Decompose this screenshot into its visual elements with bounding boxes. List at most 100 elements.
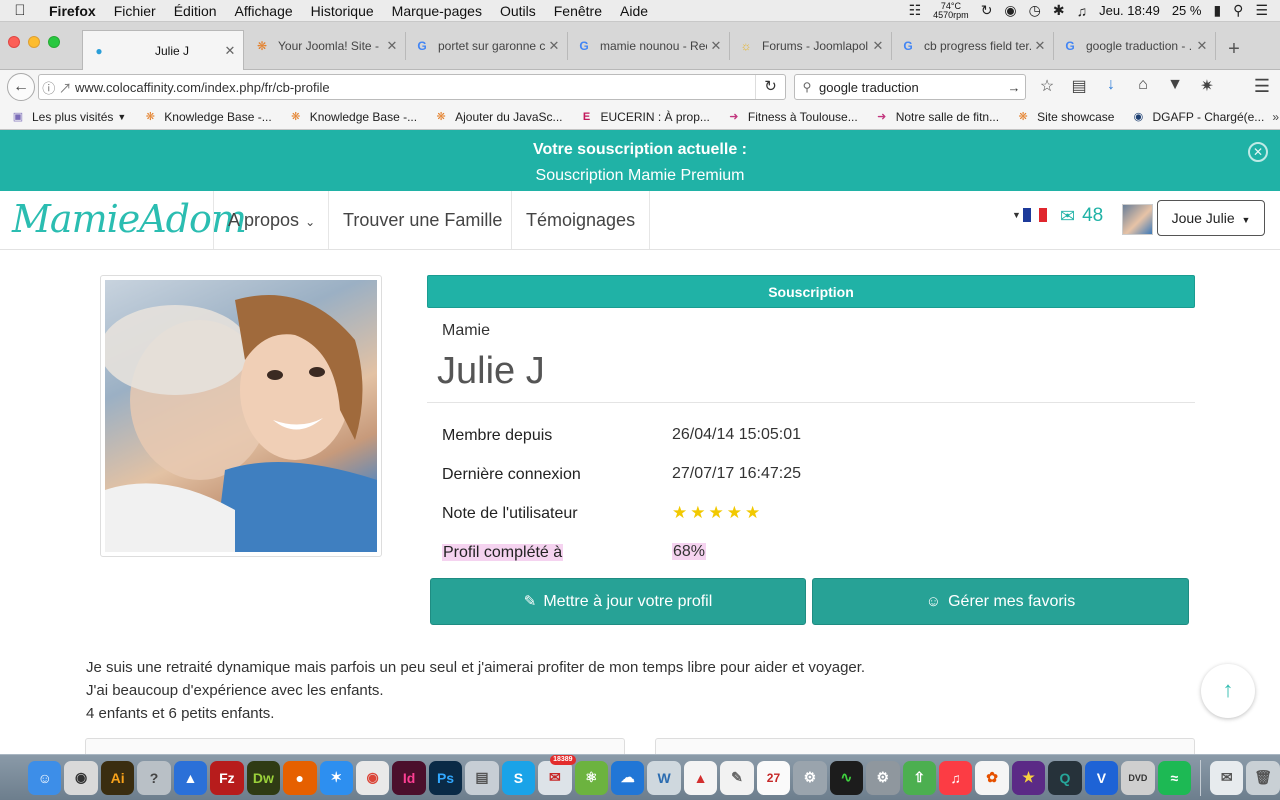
scroll-to-top-button[interactable]: ↑ xyxy=(1201,664,1255,718)
menu-app-name[interactable]: Firefox xyxy=(40,3,105,19)
nav-temoignages[interactable]: Témoignages xyxy=(511,191,651,249)
clock[interactable]: Jeu. 18:49 xyxy=(1099,3,1160,18)
illustrator-icon[interactable]: Ai xyxy=(100,760,135,795)
menu-edition[interactable]: Édition xyxy=(165,3,226,19)
notification-center-icon[interactable]: ☰ xyxy=(1255,2,1268,19)
url-text[interactable]: www.colocaffinity.com/index.php/fr/cb-pr… xyxy=(75,80,755,95)
battery-icon[interactable]: ▮ xyxy=(1213,2,1221,19)
photos-icon[interactable]: ✿ xyxy=(975,760,1009,795)
search-go-icon[interactable]: → xyxy=(1003,80,1025,95)
menu-aide[interactable]: Aide xyxy=(611,3,657,19)
volume-icon[interactable]: ♫ xyxy=(1077,3,1088,19)
textedit-icon[interactable]: ✎ xyxy=(720,760,754,795)
menu-icon[interactable]: ☰ xyxy=(1254,76,1270,97)
zoom-window-button[interactable] xyxy=(48,36,60,48)
address-bar[interactable]: ⓘ ↗ www.colocaffinity.com/index.php/fr/c… xyxy=(38,74,786,100)
search-input[interactable] xyxy=(819,79,1003,95)
minimize-window-button[interactable] xyxy=(28,36,40,48)
menu-historique[interactable]: Historique xyxy=(302,3,383,19)
avatar[interactable] xyxy=(1122,204,1153,235)
help-icon[interactable]: ? xyxy=(137,760,171,795)
site-logo[interactable]: MamieAdom xyxy=(12,197,247,241)
messages-link[interactable]: ✉ 48 xyxy=(1060,205,1103,227)
spotify-icon[interactable]: ≈ xyxy=(1157,760,1191,795)
user-menu-button[interactable]: Joue Julie ▼ xyxy=(1157,200,1265,236)
nav-trouver-famille[interactable]: Trouver une Famille xyxy=(328,191,516,249)
bookmark-item[interactable]: ◉ DGAFP - Chargé(e... xyxy=(1122,110,1272,124)
search-bar[interactable]: ⚲ → xyxy=(794,74,1026,100)
dreamweaver-icon[interactable]: Dw xyxy=(246,760,281,795)
automator-icon[interactable]: ⚙ xyxy=(793,760,827,795)
bookmark-item[interactable]: ➜ Fitness à Toulouse... xyxy=(718,110,866,124)
indesign-icon[interactable]: Id xyxy=(392,760,426,795)
spotlight-icon[interactable]: ⚲ xyxy=(1233,2,1243,19)
vivaldi-icon[interactable]: V xyxy=(1084,760,1119,795)
tab-julie-j[interactable]: ● Julie J ✕ xyxy=(82,30,244,70)
cpu-meter-icon[interactable]: ☷ xyxy=(909,2,922,19)
pocket-icon[interactable]: ▼ xyxy=(1164,76,1186,96)
itunes-icon[interactable]: ♫ xyxy=(938,760,973,795)
new-tab-button[interactable]: + xyxy=(1222,39,1246,59)
drive-icon[interactable]: ▲ xyxy=(173,760,208,795)
close-tab-icon[interactable]: ✕ xyxy=(221,43,239,59)
tab-joomla-site[interactable]: ❋ Your Joomla! Site - ... ✕ xyxy=(246,32,406,60)
acrobat-icon[interactable]: ▲ xyxy=(683,760,718,795)
quicktime-icon[interactable]: Q xyxy=(1048,760,1082,795)
close-tab-icon[interactable]: ✕ xyxy=(707,38,725,54)
close-tab-icon[interactable]: ✕ xyxy=(1193,38,1211,54)
close-tab-icon[interactable]: ✕ xyxy=(545,38,563,54)
bookmark-star-icon[interactable]: ☆ xyxy=(1036,76,1058,96)
upload-icon[interactable]: ⇧ xyxy=(902,760,936,795)
system-preferences-icon[interactable]: ⚙ xyxy=(866,760,900,795)
time-machine-icon[interactable]: ◷ xyxy=(1029,2,1041,19)
downloads-icon[interactable]: ↓ xyxy=(1100,76,1122,96)
bookmark-item[interactable]: ❋ Knowledge Base -... xyxy=(134,110,279,124)
battery-percent[interactable]: 25 % xyxy=(1172,3,1202,18)
more-bookmarks-icon[interactable]: » xyxy=(1272,110,1280,124)
bookmark-item[interactable]: ❋ Site showcase xyxy=(1007,110,1122,124)
nav-a-propos[interactable]: A propos ⌄ xyxy=(213,191,329,249)
trash-icon[interactable]: 🗑 xyxy=(1246,760,1280,795)
bookmark-item[interactable]: E EUCERIN : À prop... xyxy=(571,110,718,124)
menu-marque-pages[interactable]: Marque-pages xyxy=(383,3,491,19)
activity-monitor-icon[interactable]: ∿ xyxy=(829,760,864,795)
cloud-icon[interactable]: ☁ xyxy=(611,760,645,795)
wifi-icon[interactable]: ◉ xyxy=(1004,2,1016,19)
menu-affichage[interactable]: Affichage xyxy=(226,3,302,19)
close-tab-icon[interactable]: ✕ xyxy=(1031,38,1049,54)
filezilla-icon[interactable]: Fz xyxy=(210,760,244,795)
tab-portet[interactable]: G portet sur garonne c... ✕ xyxy=(406,32,568,60)
back-button[interactable]: ← xyxy=(7,73,35,101)
manage-favorites-button[interactable]: ☺ Gérer mes favoris xyxy=(812,578,1189,625)
menu-fenetre[interactable]: Fenêtre xyxy=(545,3,611,19)
tab-forums[interactable]: ☼ Forums - Joomlapol... ✕ xyxy=(730,32,892,60)
photoshop-icon[interactable]: Ps xyxy=(428,760,463,795)
bookmark-item[interactable]: ➜ Notre salle de fitn... xyxy=(866,110,1007,124)
chrome-icon[interactable]: ◉ xyxy=(355,760,390,795)
downloads-stack-icon[interactable]: ✉ xyxy=(1209,760,1244,795)
subscription-header[interactable]: Souscription xyxy=(427,275,1195,308)
reload-icon[interactable]: ↻ xyxy=(755,75,785,99)
sourcetree-icon[interactable]: ⚛ xyxy=(574,760,608,795)
reading-list-icon[interactable]: ▤ xyxy=(1068,76,1090,96)
firefox-icon[interactable]: ● xyxy=(283,760,317,795)
close-notice-icon[interactable]: ✕ xyxy=(1248,142,1268,162)
site-info-icon[interactable]: ⓘ ↗ xyxy=(39,78,75,97)
launchpad-icon[interactable]: ◉ xyxy=(64,760,98,795)
sync-icon[interactable]: ↻ xyxy=(981,2,993,19)
language-selector[interactable]: ▼ xyxy=(1012,208,1047,222)
bluetooth-icon[interactable]: ✱ xyxy=(1053,2,1065,19)
bookmark-item[interactable]: ❋ Knowledge Base -... xyxy=(280,110,425,124)
extension-icon[interactable]: ✷ xyxy=(1196,76,1218,96)
word-icon[interactable]: W xyxy=(647,760,681,795)
close-window-button[interactable] xyxy=(8,36,20,48)
finder-icon[interactable]: ☺ xyxy=(28,760,62,795)
preview-icon[interactable]: ▤ xyxy=(465,760,499,795)
menu-outils[interactable]: Outils xyxy=(491,3,545,19)
menu-fichier[interactable]: Fichier xyxy=(105,3,165,19)
home-icon[interactable]: ⌂ xyxy=(1132,76,1154,96)
close-tab-icon[interactable]: ✕ xyxy=(869,38,887,54)
update-profile-button[interactable]: ✎ Mettre à jour votre profil xyxy=(430,578,806,625)
bookmark-most-visited[interactable]: ▣ Les plus visités ▼ xyxy=(0,110,134,124)
calendar-icon[interactable]: 27 xyxy=(756,760,791,795)
